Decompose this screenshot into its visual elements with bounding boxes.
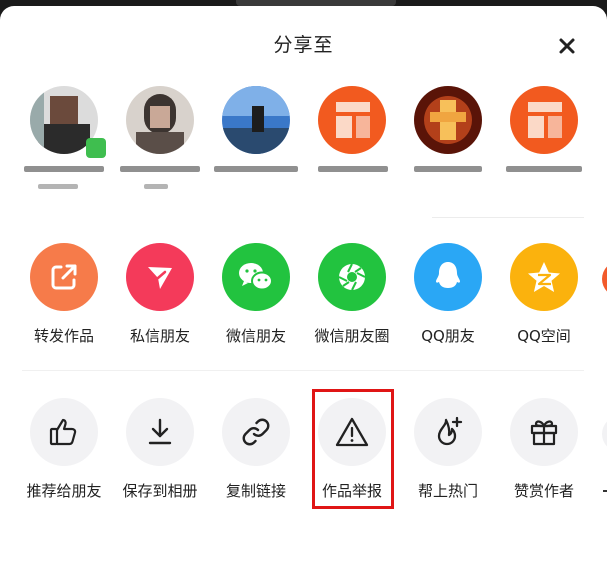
recommend-to-friend-button[interactable]: 推荐给朋友 <box>14 398 114 503</box>
sheet-title: 分享至 <box>273 34 334 56</box>
repost-icon <box>30 243 98 311</box>
contact-item[interactable] <box>200 86 310 201</box>
recent-contacts <box>0 86 607 206</box>
contact-item[interactable] <box>392 86 502 201</box>
download-icon <box>126 398 194 466</box>
share-repost[interactable]: 转发作品 <box>14 243 114 348</box>
close-button[interactable] <box>548 32 586 62</box>
share-wechat-friend[interactable]: 微信朋友 <box>206 243 306 348</box>
contact-item[interactable] <box>488 86 598 201</box>
share-qzone[interactable]: QQ空间 <box>494 243 594 348</box>
avatar <box>318 86 386 154</box>
moments-icon <box>318 243 386 311</box>
share-wechat-moments[interactable]: 微信朋友圈 <box>302 243 402 348</box>
share-sheet: 分享至 转发作品 私信朋友 微信朋友 微信朋友圈 QQ朋友 QQ空间 推荐给朋友… <box>0 6 607 568</box>
avatar <box>510 86 578 154</box>
copy-link-button[interactable]: 复制链接 <box>206 398 306 503</box>
thumbs-up-icon <box>30 398 98 466</box>
qzone-icon <box>510 243 578 311</box>
divider <box>22 370 584 371</box>
action-label: 赞赏作者 <box>513 482 574 500</box>
qq-icon <box>414 243 482 311</box>
contact-item[interactable] <box>296 86 406 201</box>
share-label: QQ空间 <box>517 327 571 345</box>
avatar <box>126 86 194 154</box>
link-icon <box>222 398 290 466</box>
online-badge <box>86 138 106 158</box>
actions-row: 推荐给朋友 保存到相册 复制链接 作品举报 帮上热门 赞赏作者 <box>0 398 607 508</box>
avatar <box>414 86 482 154</box>
send-icon <box>126 243 194 311</box>
tip-author-button[interactable]: 赞赏作者 <box>494 398 594 503</box>
contact-item[interactable] <box>8 86 118 201</box>
divider <box>432 217 584 218</box>
avatar <box>222 86 290 154</box>
share-qq-friend[interactable]: QQ朋友 <box>398 243 498 348</box>
boost-trending-button[interactable]: 帮上热门 <box>398 398 498 503</box>
contact-item[interactable] <box>104 86 214 201</box>
share-private-message[interactable]: 私信朋友 <box>110 243 210 348</box>
partial-action-label <box>603 490 607 492</box>
save-to-album-button[interactable]: 保存到相册 <box>110 398 210 503</box>
boost-flame-icon <box>414 398 482 466</box>
report-work-button[interactable]: 作品举报 <box>302 398 402 503</box>
gift-icon <box>510 398 578 466</box>
warning-icon <box>318 398 386 466</box>
wechat-icon <box>222 243 290 311</box>
share-targets-row: 转发作品 私信朋友 微信朋友 微信朋友圈 QQ朋友 QQ空间 <box>0 243 607 353</box>
close-icon <box>559 38 575 54</box>
